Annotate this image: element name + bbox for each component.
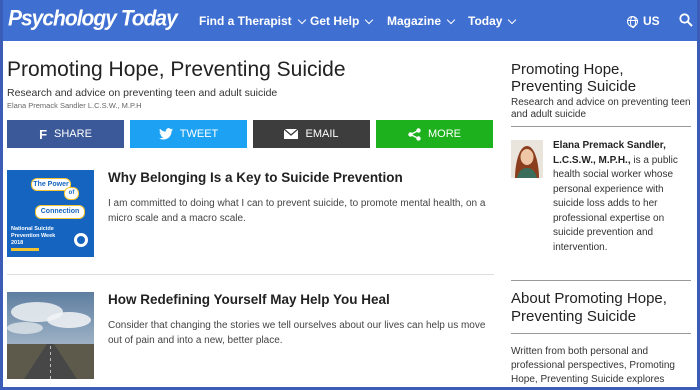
- globe-icon: [627, 15, 638, 28]
- article-thumbnail[interactable]: [7, 292, 94, 379]
- article-title[interactable]: Why Belonging Is a Key to Suicide Preven…: [108, 170, 403, 185]
- page-author[interactable]: Elana Premack Sandler L.C.S.W., M.P.H: [7, 101, 142, 110]
- sidebar-divider: [511, 126, 691, 127]
- sidebar-blog-subtitle: Research and advice on preventing teen a…: [511, 97, 691, 120]
- article-teaser: How Redefining Yourself May Help You Hea…: [7, 292, 494, 382]
- share-label: Email: [305, 128, 339, 140]
- article-thumbnail[interactable]: The Power of Connection National Suicide…: [7, 170, 94, 257]
- nav-label: Today: [468, 14, 503, 28]
- page-subtitle: Research and advice on preventing teen a…: [7, 87, 278, 99]
- article-teaser: The Power of Connection National Suicide…: [7, 170, 494, 260]
- share-icon: [408, 127, 421, 141]
- article-title[interactable]: How Redefining Yourself May Help You Hea…: [108, 292, 390, 307]
- road-landscape-image: [7, 292, 94, 379]
- chevron-down-icon: [508, 15, 517, 24]
- chevron-down-icon: [446, 15, 456, 24]
- locale-label: US: [643, 14, 660, 28]
- share-label: Share: [54, 128, 92, 140]
- about-body: Written from both personal and professio…: [511, 346, 675, 385]
- nav-label: Find a Therapist: [199, 14, 292, 28]
- logo-icon: [74, 233, 88, 247]
- article-summary: Consider that changing the stories we te…: [108, 320, 486, 346]
- thumb-bubble: of: [64, 187, 79, 200]
- locale-selector[interactable]: US: [627, 14, 660, 28]
- sidebar-divider: [511, 280, 691, 281]
- share-label: More: [428, 128, 461, 140]
- top-nav: Psychology Today Find a Therapist Get He…: [0, 0, 700, 41]
- author-bio-text: is a public health social worker whose p…: [553, 154, 678, 253]
- share-label: Tweet: [179, 128, 219, 140]
- nav-label: Get Help: [310, 14, 360, 28]
- about-title: About Promoting Hope, Preventing Suicide: [511, 290, 667, 325]
- search-icon[interactable]: [679, 13, 693, 27]
- page-title: Promoting Hope, Preventing Suicide: [7, 58, 346, 81]
- thumb-bubble: Connection: [35, 205, 85, 219]
- sidebar-blog-title[interactable]: Promoting Hope, Preventing Suicide: [511, 61, 691, 95]
- nav-magazine[interactable]: Magazine: [387, 14, 456, 28]
- thumb-accent-bar: [11, 248, 39, 251]
- author-bio: Elana Premack Sandler, L.C.S.W., M.P.H.,…: [553, 139, 688, 255]
- nav-get-help[interactable]: Get Help: [310, 14, 374, 28]
- chevron-down-icon: [365, 15, 374, 24]
- twitter-icon: [158, 128, 173, 140]
- share-twitter-button[interactable]: Tweet: [130, 120, 247, 148]
- sidebar-divider: [511, 333, 691, 334]
- nav-today[interactable]: Today: [468, 14, 517, 28]
- divider: [7, 274, 494, 275]
- share-more-button[interactable]: More: [376, 120, 493, 148]
- share-facebook-button[interactable]: f Share: [7, 120, 124, 148]
- chevron-down-icon: [297, 15, 306, 24]
- avatar[interactable]: [511, 140, 543, 178]
- nav-find-therapist[interactable]: Find a Therapist: [199, 14, 306, 28]
- thumb-caption: National Suicide Prevention Week 2018: [11, 226, 56, 246]
- site-logo[interactable]: Psychology Today: [8, 6, 178, 31]
- nav-label: Magazine: [387, 14, 442, 28]
- share-email-button[interactable]: Email: [253, 120, 370, 148]
- envelope-icon: [284, 129, 299, 139]
- facebook-icon: f: [39, 126, 48, 142]
- article-summary: I am committed to doing what I can to pr…: [108, 198, 486, 224]
- share-bar: f Share Tweet Email More: [7, 120, 493, 148]
- author-photo: [511, 140, 543, 178]
